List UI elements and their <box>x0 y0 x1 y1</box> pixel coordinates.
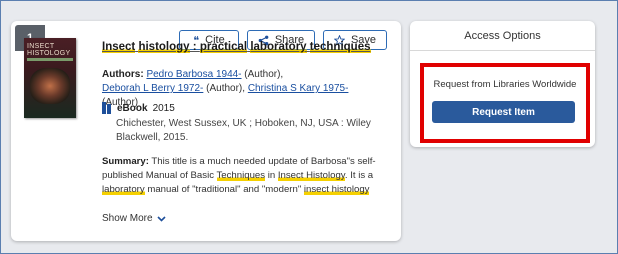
title-word-highlight: practical <box>199 41 248 53</box>
author-link[interactable]: Deborah L Berry 1972- <box>102 83 203 94</box>
screenshot-frame: 1 ❝ Cite Share Save INSECT HISTOLOGY <box>0 0 618 254</box>
result-title-link[interactable]: Insect histology : practical laboratory … <box>102 41 382 53</box>
title-word-highlight: laboratory <box>250 41 307 53</box>
title-word-highlight: techniques <box>309 41 371 53</box>
book-cover-thumbnail[interactable]: INSECT HISTOLOGY <box>24 38 76 118</box>
format-line: eBook 2015 <box>102 102 175 114</box>
cover-title-text: INSECT HISTOLOGY <box>27 43 71 57</box>
request-from-libraries-text: Request from Libraries Worldwide <box>433 79 577 90</box>
authors-label: Authors: <box>102 69 144 80</box>
author-role: (Author), <box>203 83 246 94</box>
summary-label: Summary: <box>102 156 149 167</box>
show-more-label: Show More <box>102 213 153 224</box>
author-link[interactable]: Christina S Kary 1975- <box>248 83 349 94</box>
cover-art <box>30 68 70 104</box>
summary-highlight: insect histology <box>303 184 370 195</box>
publication-year: 2015 <box>152 102 175 114</box>
summary-highlight: laboratory <box>102 184 145 195</box>
request-item-button[interactable]: Request Item <box>432 101 575 123</box>
cover-band <box>27 58 73 61</box>
access-options-title: Access Options <box>410 21 595 51</box>
summary-highlight: Insect Histology <box>277 170 345 181</box>
title-word-highlight: Insect <box>102 41 136 53</box>
ebook-icon <box>102 102 112 114</box>
format-type: eBook <box>117 102 148 114</box>
author-link[interactable]: Pedro Barbosa 1944- <box>146 69 241 80</box>
title-word-highlight: histology <box>138 41 190 53</box>
summary-section: Summary: This title is a much needed upd… <box>102 156 376 195</box>
show-more-toggle[interactable]: Show More <box>102 213 166 224</box>
author-role: (Author), <box>241 69 284 80</box>
summary-highlight: Techniques <box>216 170 266 181</box>
publication-info: Chichester, West Sussex, UK ; Hoboken, N… <box>116 118 371 143</box>
chevron-down-icon <box>157 214 166 224</box>
